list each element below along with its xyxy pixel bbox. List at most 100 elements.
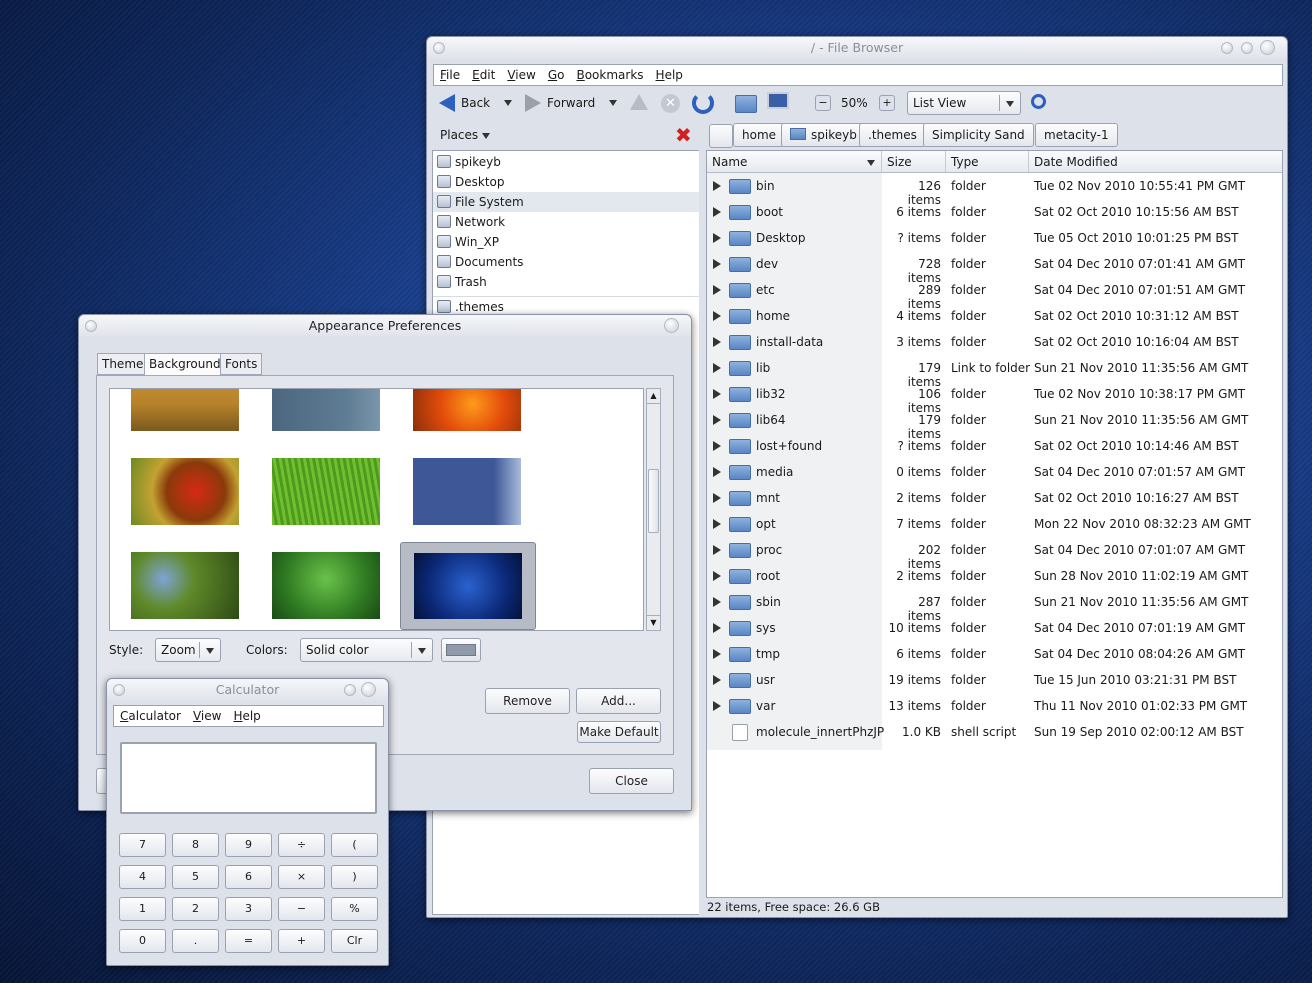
stop-icon[interactable]: ✕ [661, 94, 680, 113]
window-menu-icon[interactable] [113, 684, 125, 696]
calc-key[interactable]: 2 [172, 897, 219, 921]
close-icon[interactable] [664, 318, 679, 333]
minimize-icon[interactable] [1221, 42, 1233, 54]
table-row[interactable]: lib32 106 items folder Tue 02 Nov 2010 10:3… [707, 381, 1282, 415]
expander-icon[interactable] [713, 623, 721, 633]
table-row[interactable]: dev 728 items folder Sat 04 Dec 2010 07:01:… [707, 251, 1282, 285]
expander-icon[interactable] [713, 519, 721, 529]
places-dropdown[interactable]: Places [440, 128, 490, 142]
computer-icon[interactable] [767, 92, 789, 109]
view-mode-select[interactable]: List View [907, 91, 1021, 115]
expander-icon[interactable] [713, 545, 721, 555]
menu-view[interactable]: View [501, 65, 541, 85]
expander-icon[interactable] [713, 675, 721, 685]
menu-calculator[interactable]: Calculator [114, 706, 187, 726]
menu-edit[interactable]: Edit [466, 65, 501, 85]
expander-icon[interactable] [713, 363, 721, 373]
wallpaper-selected[interactable] [400, 542, 536, 630]
sidebar-item-documents[interactable]: Documents [433, 252, 699, 272]
breadcrumb-spikeyb[interactable]: spikeyb [781, 123, 866, 147]
home-icon[interactable] [735, 95, 757, 113]
tab-background[interactable]: Background [144, 353, 226, 376]
minimize-icon[interactable] [344, 684, 356, 696]
search-icon[interactable] [1031, 94, 1046, 109]
column-header-size[interactable]: Size [882, 151, 946, 173]
expander-icon[interactable] [713, 571, 721, 581]
close-icon[interactable] [1260, 40, 1275, 55]
calc-key[interactable]: 8 [172, 833, 219, 857]
table-row[interactable]: media 0 items folder Sat 04 Dec 2010 07:01:… [707, 459, 1282, 485]
wallpaper-blue-wave[interactable] [413, 458, 521, 525]
column-header-name[interactable]: Name [707, 151, 882, 173]
menu-view[interactable]: View [187, 706, 227, 726]
table-row[interactable]: bin 126 items folder Tue 02 Nov 2010 10:55:… [707, 173, 1282, 207]
table-row[interactable]: sbin 287 items folder Sun 21 Nov 2010 11:35… [707, 589, 1282, 623]
maximize-icon[interactable] [1241, 42, 1253, 54]
sidebar-item-network[interactable]: Network [433, 212, 699, 232]
calc-key[interactable]: 3 [225, 897, 272, 921]
wallpaper-grass[interactable] [131, 389, 239, 431]
zoom-in-icon[interactable]: + [879, 95, 895, 111]
menu-file[interactable]: File [434, 65, 466, 85]
table-row[interactable]: molecule_innertPhzJP 1.0 KB shell script Su… [707, 719, 1282, 745]
sidebar-item-desktop[interactable]: Desktop [433, 172, 699, 192]
sidebar-item-file-system[interactable]: File System [433, 192, 699, 212]
expander-icon[interactable] [713, 389, 721, 399]
reload-icon[interactable] [692, 92, 714, 114]
expander-icon[interactable] [713, 597, 721, 607]
back-button[interactable]: Back [439, 93, 513, 113]
window-menu-icon[interactable] [85, 320, 97, 332]
wallpaper-green-grass[interactable] [272, 458, 380, 525]
scroll-down-icon[interactable]: ▼ [647, 615, 660, 630]
menu-bookmarks[interactable]: Bookmarks [570, 65, 649, 85]
expander-icon[interactable] [713, 233, 721, 243]
calc-key[interactable]: 0 [119, 929, 166, 953]
style-select[interactable]: Zoom [155, 638, 221, 662]
table-row[interactable]: lost+found ? items folder Sat 02 Oct 2010 1… [707, 433, 1282, 459]
expander-icon[interactable] [713, 285, 721, 295]
table-row[interactable]: boot 6 items folder Sat 02 Oct 2010 10:15:5… [707, 199, 1282, 225]
calc-key[interactable]: 9 [225, 833, 272, 857]
zoom-level[interactable]: 50% [841, 96, 868, 110]
forward-button[interactable]: Forward [525, 93, 618, 113]
expander-icon[interactable] [713, 701, 721, 711]
appearance-titlebar[interactable]: Appearance Preferences [79, 315, 691, 337]
location-toggle-icon[interactable] [709, 124, 733, 148]
calc-key[interactable]: = [225, 929, 272, 953]
color-picker-button[interactable] [441, 638, 481, 662]
make-default-button[interactable]: Make Default [577, 721, 661, 743]
calc-key[interactable]: % [331, 897, 378, 921]
close-icon[interactable] [361, 682, 376, 697]
wallpaper-scrollbar[interactable]: ▲ ▼ [646, 388, 661, 631]
scroll-up-icon[interactable]: ▲ [647, 389, 660, 404]
close-sidebar-icon[interactable]: ✖ [675, 123, 692, 147]
expander-icon[interactable] [713, 649, 721, 659]
expander-icon[interactable] [713, 311, 721, 321]
wallpaper-slate[interactable] [272, 389, 380, 431]
calc-key[interactable]: 4 [119, 865, 166, 889]
sidebar-item-win-xp[interactable]: Win_XP [433, 232, 699, 252]
table-row[interactable]: tmp 6 items folder Sat 04 Dec 2010 08:04:26… [707, 641, 1282, 667]
calc-key[interactable]: Clr [331, 929, 378, 953]
table-row[interactable]: opt 7 items folder Mon 22 Nov 2010 08:32:23… [707, 511, 1282, 537]
wallpaper-red-flower[interactable] [131, 458, 239, 525]
sidebar-item-trash[interactable]: Trash [433, 272, 699, 292]
calc-key[interactable]: − [278, 897, 325, 921]
expander-icon[interactable] [713, 467, 721, 477]
calc-key[interactable]: ÷ [278, 833, 325, 857]
file-browser-titlebar[interactable]: / - File Browser [427, 37, 1287, 59]
table-row[interactable]: proc 202 items folder Sat 04 Dec 2010 07:01… [707, 537, 1282, 571]
expander-icon[interactable] [713, 493, 721, 503]
menu-go[interactable]: Go [542, 65, 571, 85]
calc-key[interactable]: × [278, 865, 325, 889]
table-row[interactable]: root 2 items folder Sun 28 Nov 2010 11:02:1… [707, 563, 1282, 589]
zoom-out-icon[interactable]: − [815, 95, 831, 111]
breadcrumb-simplicity-sand[interactable]: Simplicity Sand [923, 123, 1034, 147]
calc-key[interactable]: 5 [172, 865, 219, 889]
wallpaper-green-leaf[interactable] [272, 552, 380, 619]
up-icon[interactable] [630, 94, 648, 110]
calc-key[interactable]: 1 [119, 897, 166, 921]
calc-key[interactable]: ) [331, 865, 378, 889]
table-row[interactable]: usr 19 items folder Tue 15 Jun 2010 03:21:3… [707, 667, 1282, 693]
table-row[interactable]: var 13 items folder Thu 11 Nov 2010 01:02:3… [707, 693, 1282, 719]
